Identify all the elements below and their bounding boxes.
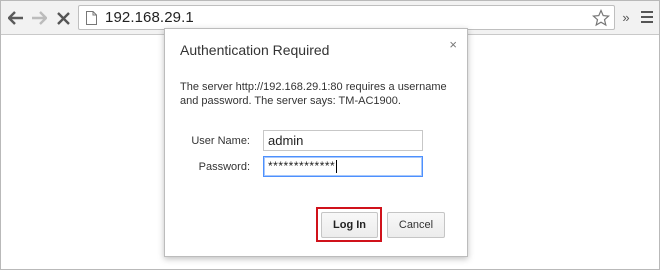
username-label: User Name: xyxy=(191,135,250,147)
menu-icon[interactable] xyxy=(641,11,653,25)
cancel-button[interactable]: Cancel xyxy=(387,212,445,238)
page-icon xyxy=(86,11,97,25)
password-value: ************* xyxy=(268,159,336,173)
stop-button[interactable] xyxy=(52,7,74,29)
login-button[interactable]: Log In xyxy=(321,212,378,238)
text-caret xyxy=(336,160,338,174)
forward-button[interactable] xyxy=(28,7,50,29)
close-icon[interactable]: × xyxy=(449,37,457,52)
back-button[interactable] xyxy=(5,7,27,29)
forward-arrow-icon xyxy=(32,11,47,25)
password-label: Password: xyxy=(198,161,250,173)
stop-icon xyxy=(56,11,70,25)
dialog-message: The server http://192.168.29.1:80 requir… xyxy=(180,81,447,107)
dialog-title: Authentication Required xyxy=(180,42,330,58)
username-value: admin xyxy=(268,133,304,148)
address-bar[interactable]: 192.168.29.1 xyxy=(78,5,615,30)
url-text: 192.168.29.1 xyxy=(105,9,194,26)
password-input[interactable]: ************* xyxy=(263,156,423,177)
overflow-chevron-icon[interactable]: » xyxy=(619,10,633,26)
auth-dialog: Authentication Required × The server htt… xyxy=(164,28,468,257)
back-arrow-icon xyxy=(8,11,23,25)
bookmark-star-icon[interactable] xyxy=(592,9,610,27)
username-input[interactable]: admin xyxy=(263,130,423,151)
